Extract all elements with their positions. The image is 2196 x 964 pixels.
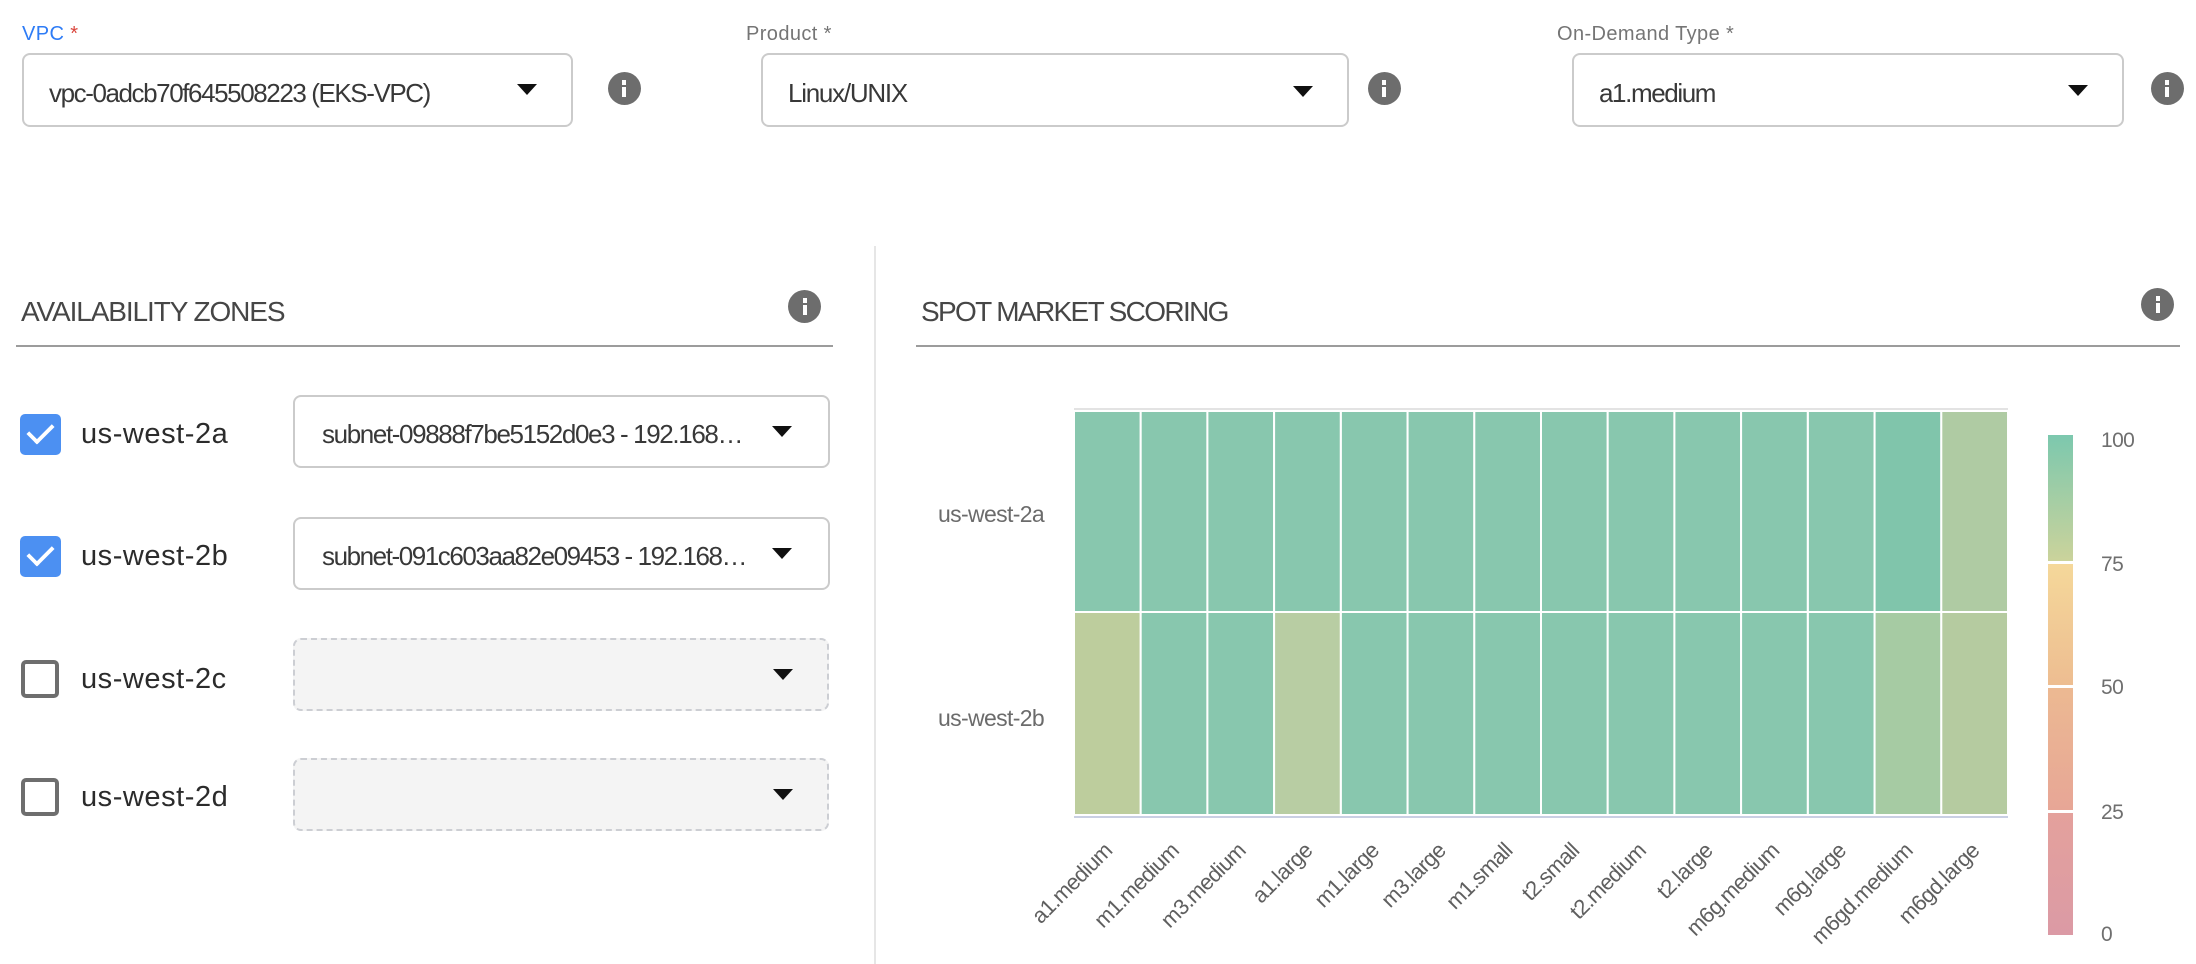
svg-text:t2.large: t2.large (1652, 838, 1718, 904)
svg-text:m1.large: m1.large (1309, 838, 1384, 913)
svg-text:m3.large: m3.large (1376, 838, 1451, 913)
svg-text:a1.large: a1.large (1247, 838, 1317, 908)
svg-text:100: 100 (2101, 429, 2134, 452)
svg-text:us-west-2a: us-west-2a (938, 501, 1045, 527)
svg-text:50: 50 (2101, 676, 2123, 699)
svg-text:t2.small: t2.small (1516, 838, 1583, 905)
svg-text:0: 0 (2101, 923, 2112, 946)
svg-text:75: 75 (2101, 553, 2123, 576)
svg-text:us-west-2b: us-west-2b (938, 705, 1044, 731)
svg-text:m1.small: m1.small (1441, 838, 1517, 914)
svg-text:25: 25 (2101, 801, 2123, 824)
